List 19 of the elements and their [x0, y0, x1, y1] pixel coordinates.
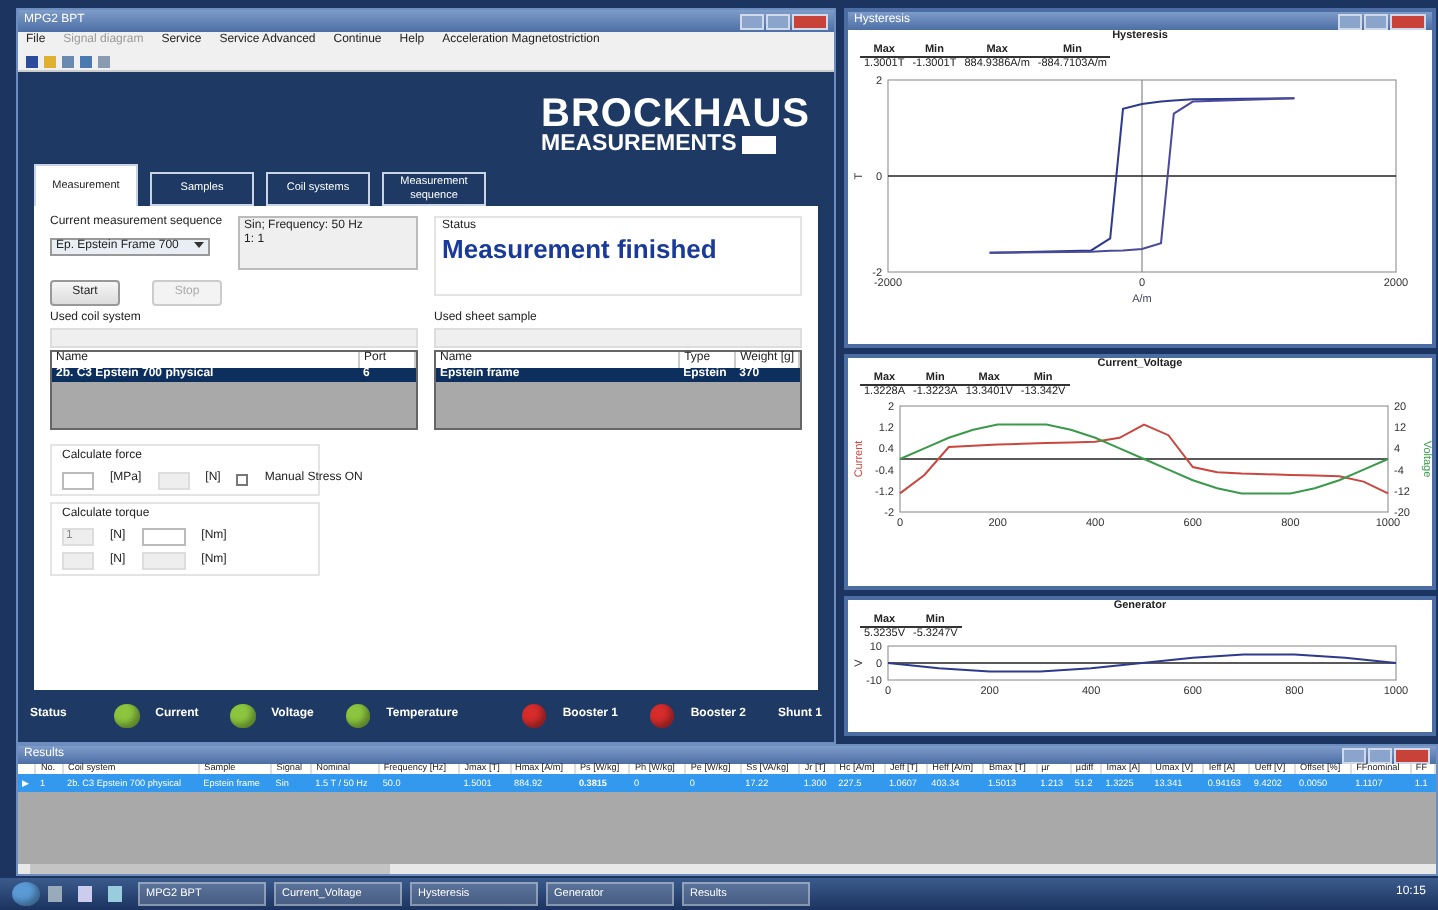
minimize-button[interactable]: [1338, 13, 1362, 29]
close-button[interactable]: [792, 13, 828, 29]
maximize-button[interactable]: [1368, 747, 1392, 763]
status-message: Measurement finished: [442, 234, 719, 266]
close-button[interactable]: [1390, 13, 1426, 29]
logo-mark: [742, 135, 777, 154]
start-button[interactable]: [12, 882, 40, 906]
close-button[interactable]: [1394, 747, 1430, 763]
maximize-button[interactable]: [766, 13, 790, 29]
maximize-button[interactable]: [1364, 13, 1388, 29]
minimize-button[interactable]: [740, 13, 764, 29]
caret-icon: [194, 242, 204, 249]
minimize-button[interactable]: [1342, 747, 1366, 763]
input-field[interactable]: [62, 471, 94, 490]
scrollbar[interactable]: [18, 864, 1436, 874]
logo-text: BROCKHAUS: [541, 93, 810, 133]
checkbox[interactable]: [236, 474, 249, 487]
logo-text: MEASUREMENTS: [541, 133, 737, 156]
input-field[interactable]: [141, 527, 186, 546]
